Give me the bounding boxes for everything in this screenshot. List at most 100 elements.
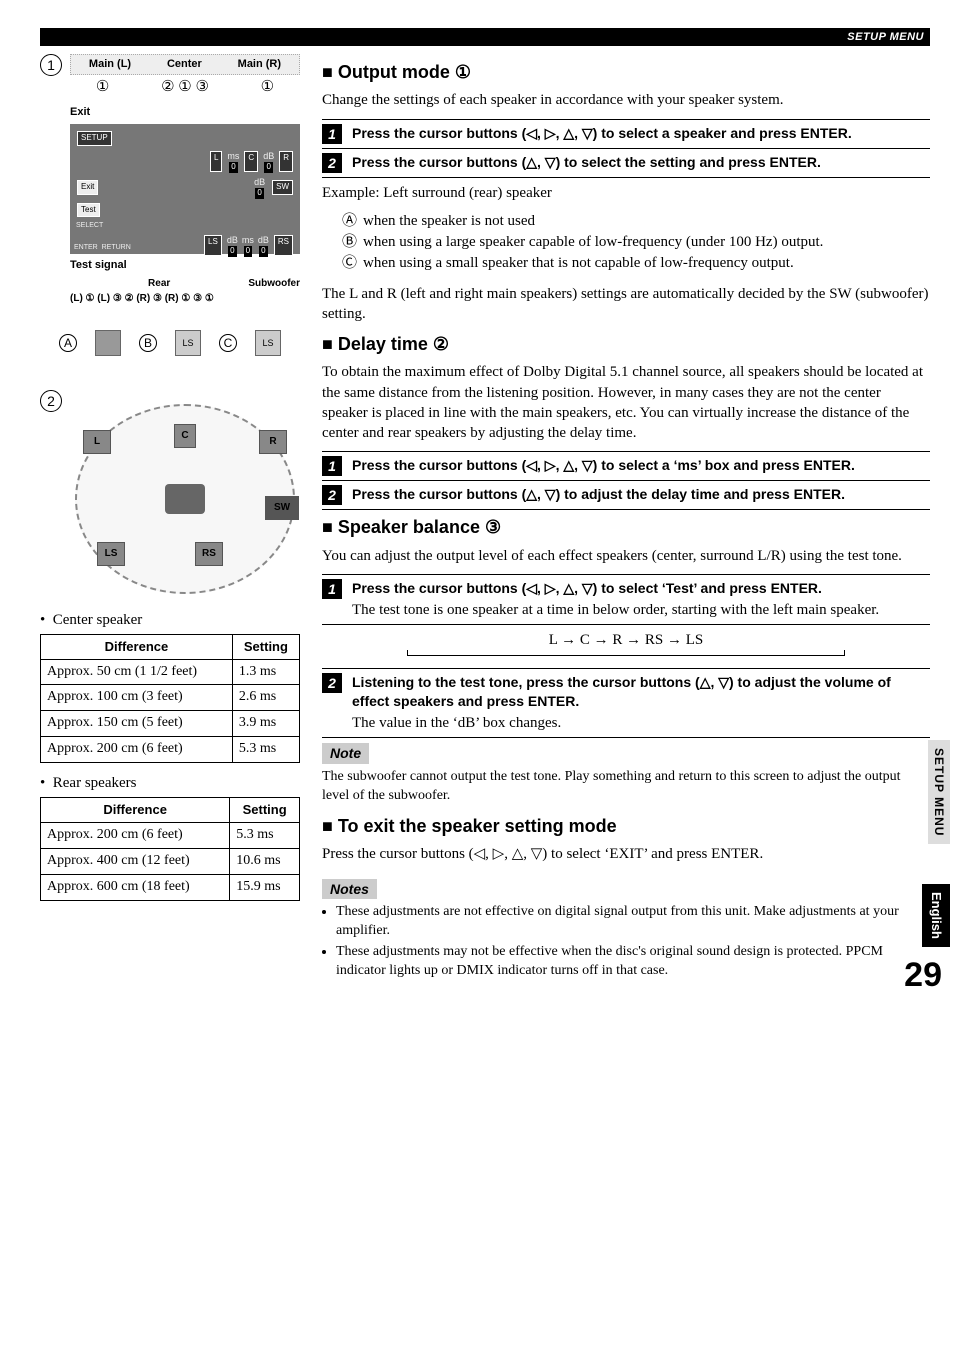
- example-heading: Example: Left surround (rear) speaker: [322, 183, 930, 203]
- table-row: Approx. 200 cm (6 feet)5.3 ms: [41, 737, 300, 763]
- option-b-icon: LS: [175, 330, 201, 356]
- exit-mode-notes: These adjustments are not effective on d…: [322, 903, 930, 981]
- output-mode-intro: Change the settings of each speaker in a…: [322, 90, 930, 110]
- bottom-circles: (L) ① (L) ③ ② (R) ③ (R) ① ③ ①: [70, 292, 214, 306]
- diag-spk-ls: LS: [97, 542, 125, 566]
- osd-l: L: [210, 151, 222, 172]
- center-speaker-title-text: Center speaker: [53, 612, 143, 628]
- figure-1-top-circles: ① ② ① ③ ①: [70, 75, 300, 101]
- top-circ-l: ①: [96, 77, 109, 97]
- example-text: when using a large speaker capable of lo…: [363, 232, 823, 252]
- example-text: when the speaker is not used: [363, 211, 535, 231]
- table-row: Approx. 600 cm (18 feet)15.9 ms: [41, 874, 300, 900]
- balance-step-1-text: Press the cursor buttons (◁, ▷, △, ▽) to…: [352, 580, 822, 596]
- table-cell: 3.9 ms: [232, 711, 299, 737]
- option-a-icon: [95, 330, 121, 356]
- exit-mode-heading: To exit the speaker setting mode: [322, 814, 930, 838]
- right-column: Output mode ① Change the settings of eac…: [322, 54, 930, 983]
- osd-ms: ms: [227, 150, 239, 162]
- output-mode-tail: The L and R (left and right main speaker…: [322, 284, 930, 325]
- rear-speakers-table: Difference Setting Approx. 200 cm (6 fee…: [40, 797, 300, 900]
- side-tab-setup-menu: SETUP MENU: [928, 740, 950, 844]
- main-r-label: Main (R): [238, 57, 281, 72]
- osd-c: C: [244, 151, 258, 172]
- diag-listener-icon: [165, 484, 205, 514]
- table-cell: Approx. 200 cm (6 feet): [41, 822, 230, 848]
- balance-step-1: 1 Press the cursor buttons (◁, ▷, △, ▽) …: [322, 574, 930, 625]
- left-column: 1 Main (L) Center Main (R) ① ② ① ③ ① Exi…: [40, 54, 300, 983]
- example-item: Ⓒwhen using a small speaker that is not …: [342, 253, 930, 273]
- note-item: These adjustments may not be effective w…: [336, 943, 930, 981]
- balance-step-2-text: Listening to the test tone, press the cu…: [352, 674, 891, 709]
- setup-osd-screen: SETUP L ms0 C dB0 R Exit d: [70, 124, 300, 254]
- osd-db: dB: [263, 150, 274, 162]
- table-cell: 2.6 ms: [232, 685, 299, 711]
- step-number-1-icon: 1: [322, 124, 342, 144]
- exit-label: Exit: [70, 105, 300, 120]
- osd-select: SELECT: [76, 222, 103, 229]
- osd-r: R: [279, 151, 293, 172]
- output-mode-step-2-text: Press the cursor buttons (△, ▽) to selec…: [352, 153, 930, 173]
- option-b-circle: B: [139, 334, 157, 352]
- language-tab: English: [922, 884, 950, 947]
- top-circ-c: ② ① ③: [161, 77, 209, 97]
- tone-order-text: L → C → R → RS → LS: [549, 632, 703, 648]
- center-th-1: Setting: [232, 635, 299, 660]
- step-number-1c-icon: 1: [322, 579, 342, 599]
- figure-1-top-labels: Main (L) Center Main (R): [70, 54, 300, 75]
- rear-th-0: Difference: [41, 798, 230, 823]
- note-item: These adjustments are not effective on d…: [336, 903, 930, 941]
- rear-th-1: Setting: [230, 798, 300, 823]
- speaker-layout-diagram: L C R SW LS RS: [75, 404, 295, 594]
- osd-ms-val: 0: [229, 162, 237, 173]
- osd-return: RETURN: [102, 244, 131, 251]
- output-mode-step-2: 2 Press the cursor buttons (△, ▽) to sel…: [322, 148, 930, 178]
- example-list: Ⓐwhen the speaker is not usedⒷwhen using…: [322, 211, 930, 274]
- osd-rs: RS: [274, 235, 293, 256]
- table-cell: Approx. 150 cm (5 feet): [41, 711, 233, 737]
- table-cell: Approx. 600 cm (18 feet): [41, 874, 230, 900]
- osd-enter: ENTER: [74, 244, 98, 251]
- balance-step-2-sub: The value in the ‘dB’ box changes.: [352, 713, 930, 733]
- osd-db2-val: 0: [255, 188, 263, 199]
- main-l-label: Main (L): [89, 57, 131, 72]
- rear-speakers-title: • Rear speakers: [40, 773, 300, 793]
- diag-spk-c: C: [174, 424, 196, 448]
- setup-badge: SETUP: [77, 131, 112, 146]
- diag-spk-r: R: [259, 430, 287, 454]
- option-c-circle: C: [219, 334, 237, 352]
- osd-db3-val: 0: [228, 246, 236, 257]
- output-mode-heading: Output mode ①: [322, 60, 930, 84]
- balance-step-1-sub: The test tone is one speaker at a time i…: [352, 600, 930, 620]
- rear-speakers-title-text: Rear speakers: [53, 775, 137, 791]
- delay-time-intro: To obtain the maximum effect of Dolby Di…: [322, 362, 930, 443]
- figure-1: 1 Main (L) Center Main (R) ① ② ① ③ ① Exi…: [40, 54, 300, 306]
- table-cell: Approx. 400 cm (12 feet): [41, 848, 230, 874]
- exit-mode-body: Press the cursor buttons (◁, ▷, △, ▽) to…: [322, 844, 930, 864]
- table-cell: 1.3 ms: [232, 659, 299, 685]
- table-cell: Approx. 50 cm (1 1/2 feet): [41, 659, 233, 685]
- tone-order-loop-icon: [407, 650, 845, 656]
- osd-ms2: ms: [242, 234, 254, 246]
- top-circ-r: ①: [261, 77, 274, 97]
- step-number-1b-icon: 1: [322, 456, 342, 476]
- table-cell: 10.6 ms: [230, 848, 300, 874]
- osd-sw: SW: [272, 180, 293, 195]
- table-cell: Approx. 200 cm (6 feet): [41, 737, 233, 763]
- osd-test: Test: [77, 203, 100, 218]
- table-cell: 5.3 ms: [230, 822, 300, 848]
- osd-db-val: 0: [264, 162, 272, 173]
- table-row: Approx. 200 cm (6 feet)5.3 ms: [41, 822, 300, 848]
- figure-1-number: 1: [40, 54, 62, 76]
- speaker-balance-intro: You can adjust the output level of each …: [322, 546, 930, 566]
- example-item: Ⓑwhen using a large speaker capable of l…: [342, 232, 930, 252]
- example-key: Ⓑ: [342, 232, 357, 252]
- delay-step-2-text: Press the cursor buttons (△, ▽) to adjus…: [352, 485, 930, 505]
- center-label: Center: [167, 57, 202, 72]
- center-th-0: Difference: [41, 635, 233, 660]
- page-number: 29: [904, 953, 942, 999]
- step-number-2c-icon: 2: [322, 673, 342, 693]
- output-mode-step-1-text: Press the cursor buttons (◁, ▷, △, ▽) to…: [352, 124, 930, 144]
- table-cell: 15.9 ms: [230, 874, 300, 900]
- option-b-text: LS: [182, 337, 193, 349]
